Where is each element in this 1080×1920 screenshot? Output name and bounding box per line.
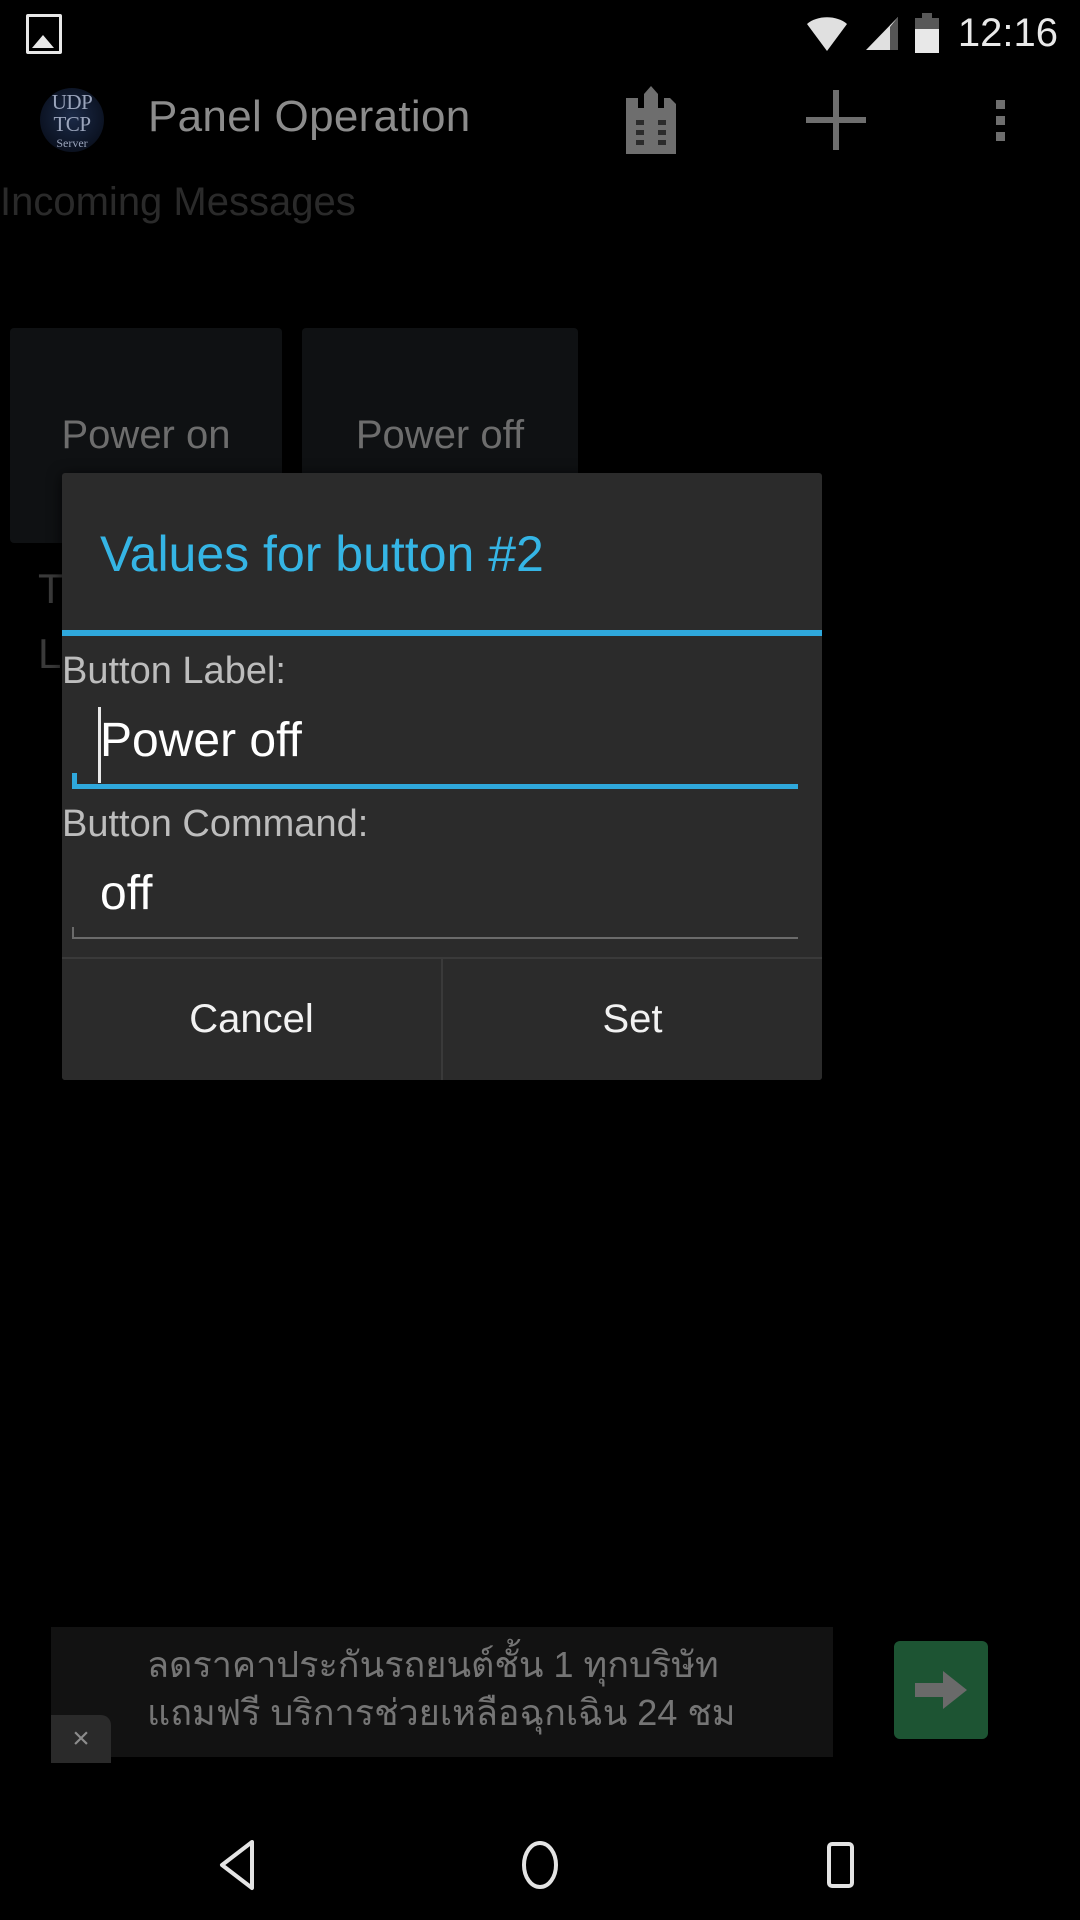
button-command-input-wrap[interactable]: off xyxy=(72,856,798,939)
wifi-icon xyxy=(806,17,847,51)
status-clock: 12:16 xyxy=(957,11,1058,55)
back-triangle-icon xyxy=(220,1840,254,1890)
battery-icon xyxy=(914,13,939,53)
nav-recents-button[interactable] xyxy=(765,1810,915,1920)
values-dialog: Values for button #2 Button Label: Power… xyxy=(62,473,822,1080)
field-button-label: Button Label: Power off xyxy=(62,636,822,789)
overflow-menu-button[interactable] xyxy=(960,84,1040,156)
app-logo-line1: UDP xyxy=(51,89,93,114)
overflow-menu-icon xyxy=(995,99,1005,109)
app-logo: UDP TCP Server xyxy=(40,88,104,152)
photo-notification xyxy=(26,14,66,54)
add-button[interactable] xyxy=(800,84,872,156)
plus-icon xyxy=(806,90,866,150)
ad-text-line1: ลดราคาประกันรถยนต์ชั้น 1 ทุกบริษัท xyxy=(147,1644,719,1685)
cancel-button[interactable]: Cancel xyxy=(62,959,443,1080)
ad-text-line2: แถมฟรี บริการช่วยเหลือฉุกเฉิน 24 ชม xyxy=(147,1692,736,1733)
navigation-bar xyxy=(0,1810,1080,1920)
recents-square-icon xyxy=(827,1842,854,1888)
nav-back-button[interactable] xyxy=(166,1810,316,1920)
obscured-text-fragment: L xyxy=(38,630,62,677)
ad-close-button[interactable]: × xyxy=(51,1715,111,1763)
photo-icon xyxy=(26,14,62,54)
overflow-menu-icon xyxy=(995,115,1005,125)
ad-text: ลดราคาประกันรถยนต์ชั้น 1 ทุกบริษัท แถมฟร… xyxy=(147,1641,747,1737)
button-command-input[interactable]: off xyxy=(72,856,798,937)
status-bar: 12:16 xyxy=(0,0,1080,66)
set-button[interactable]: Set xyxy=(443,959,822,1080)
app-logo-line2: TCP xyxy=(53,111,91,136)
nav-home-button[interactable] xyxy=(465,1810,615,1920)
input-underline xyxy=(72,927,798,939)
text-caret xyxy=(98,707,101,783)
dialog-title: Values for button #2 xyxy=(100,526,544,582)
cellular-signal-icon xyxy=(865,17,898,50)
panel-button-label: Power on xyxy=(61,413,231,457)
dialog-body: Button Label: Power off Button Command: … xyxy=(62,636,822,939)
input-underline-focused xyxy=(72,773,798,789)
obscured-text-fragment: T xyxy=(38,565,64,612)
arrow-right-icon xyxy=(915,1671,967,1709)
button-label-input[interactable]: Power off xyxy=(72,703,798,784)
ad-banner[interactable]: ลดราคาประกันรถยนต์ชั้น 1 ทุกบริษัท แถมฟร… xyxy=(51,1627,833,1763)
app-bar: UDP TCP Server Panel Operation xyxy=(0,66,1080,172)
home-circle-icon xyxy=(522,1841,558,1889)
panel-button-label: Power off xyxy=(355,413,525,457)
app-logo-line3: Server xyxy=(56,135,88,150)
save-button[interactable] xyxy=(615,84,687,156)
save-document-icon xyxy=(626,86,676,154)
field-button-command: Button Command: off xyxy=(62,789,822,939)
button-label-input-wrap[interactable]: Power off xyxy=(72,703,798,789)
ad-cta-button[interactable] xyxy=(894,1641,988,1739)
android-screen: 12:16 UDP TCP Server Panel Operation Inc… xyxy=(0,0,1080,1920)
dialog-actions: Cancel Set xyxy=(62,957,822,1080)
page-title: Panel Operation xyxy=(148,92,471,141)
status-bar-icons: 12:16 xyxy=(805,8,1058,58)
overflow-menu-icon xyxy=(995,131,1005,141)
section-label-incoming-messages: Incoming Messages xyxy=(0,180,356,224)
field-label-button-label: Button Label: xyxy=(62,650,286,692)
field-label-button-command: Button Command: xyxy=(62,803,369,845)
